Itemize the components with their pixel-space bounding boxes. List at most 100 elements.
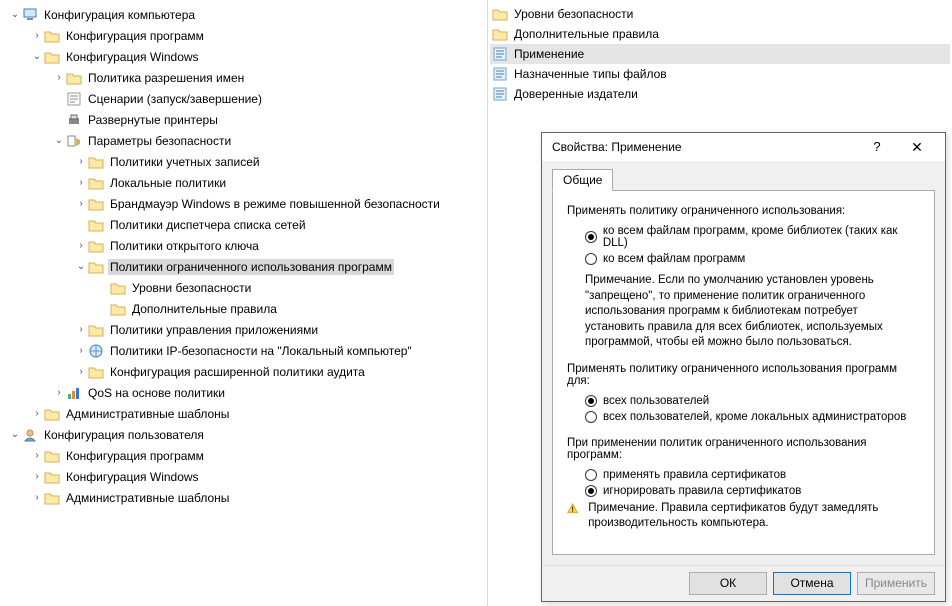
tree-item[interactable]: ⌄Политики ограниченного использования пр… — [2, 256, 485, 277]
tree-item[interactable]: › Политики учетных записей — [2, 151, 485, 172]
tree-item-label: Политики IP-безопасности на "Локальный к… — [108, 343, 414, 359]
tab-strip: Общие — [552, 167, 935, 190]
group2-title: Применять политику ограниченного использ… — [567, 363, 920, 387]
dialog-title: Свойства: Применение — [552, 140, 857, 154]
apply-button[interactable]: Применить — [857, 572, 935, 595]
radio-icon — [585, 231, 597, 243]
tree-item-label: Локальные политики — [108, 175, 228, 191]
chevron-right-icon[interactable]: › — [74, 156, 88, 167]
tree-item[interactable]: › Политики IP-безопасности на "Локальный … — [2, 340, 485, 361]
chevron-right-icon[interactable]: › — [30, 471, 44, 482]
chevron-right-icon[interactable]: › — [30, 450, 44, 461]
radio-icon — [585, 469, 597, 481]
folder-icon — [88, 238, 104, 254]
radio-label: ко всем файлам программ — [603, 253, 745, 265]
chevron-right-icon[interactable]: › — [74, 366, 88, 377]
tree-item-label: Конфигурация расширенной политики аудита — [108, 364, 367, 380]
chevron-right-icon[interactable]: › — [74, 177, 88, 188]
list-item[interactable]: Уровни безопасности — [490, 4, 950, 24]
tree-item[interactable]: ›Политика разрешения имен — [2, 67, 485, 88]
radio-apply-cert[interactable]: применять правила сертификатов — [567, 467, 920, 483]
list-item-label: Дополнительные правила — [512, 26, 661, 42]
tree-item-label: Сценарии (запуск/завершение) — [86, 91, 264, 107]
radio-ignore-cert[interactable]: игнорировать правила сертификатов — [567, 483, 920, 499]
tree-item[interactable]: ›Брандмауэр Windows в режиме повышенной … — [2, 193, 485, 214]
tab-general[interactable]: Общие — [552, 169, 613, 191]
tree-item-label: Политики управления приложениями — [108, 322, 320, 338]
chevron-down-icon[interactable]: ⌄ — [8, 9, 22, 20]
warning-text: Примечание. Правила сертификатов будут з… — [588, 501, 920, 532]
dialog-buttons: ОК Отмена Применить — [542, 565, 945, 601]
chevron-right-icon[interactable]: › — [74, 198, 88, 209]
list-item[interactable]: Доверенные издатели — [490, 84, 950, 104]
tree-item[interactable]: ⌄ Конфигурация компьютера — [2, 4, 485, 25]
folder-icon — [44, 28, 60, 44]
tree-item[interactable]: ›Политики открытого ключа — [2, 235, 485, 256]
chevron-right-icon[interactable]: › — [30, 492, 44, 503]
tree-item[interactable]: › QoS на основе политики — [2, 382, 485, 403]
radio-label: всех пользователей — [603, 395, 709, 407]
tree-item[interactable]: ›Административные шаблоны — [2, 487, 485, 508]
tree-item[interactable]: ⌄Конфигурация Windows — [2, 46, 485, 67]
tree-item[interactable]: Развернутые принтеры — [2, 109, 485, 130]
close-button[interactable]: ✕ — [897, 133, 937, 161]
radio-label: игнорировать правила сертификатов — [603, 485, 801, 497]
tree-item[interactable]: Дополнительные правила — [2, 298, 485, 319]
item-b-icon — [492, 66, 508, 82]
folder-icon — [88, 196, 104, 212]
tree-item[interactable]: ›Административные шаблоны — [2, 403, 485, 424]
tree-item[interactable]: ⌄Параметры безопасности — [2, 130, 485, 151]
chevron-right-icon[interactable]: › — [30, 30, 44, 41]
list-item[interactable]: Дополнительные правила — [490, 24, 950, 44]
ok-button[interactable]: ОК — [689, 572, 767, 595]
chevron-right-icon[interactable]: › — [52, 72, 66, 83]
tree-item[interactable]: Уровни безопасности — [2, 277, 485, 298]
tree-item-label: Политики диспетчера списка сетей — [108, 217, 308, 233]
cancel-button[interactable]: Отмена — [773, 572, 851, 595]
chevron-down-icon[interactable]: ⌄ — [74, 261, 88, 272]
folder-icon — [88, 154, 104, 170]
tree-item[interactable]: Сценарии (запуск/завершение) — [2, 88, 485, 109]
tree-item[interactable]: › Конфигурация программ — [2, 445, 485, 466]
tree-item-label: Конфигурация программ — [64, 448, 206, 464]
tree-item-label: QoS на основе политики — [86, 385, 227, 401]
radio-all-except-dll[interactable]: ко всем файлам программ, кроме библиотек… — [567, 223, 920, 251]
tree-item-label: Уровни безопасности — [130, 280, 253, 296]
tree-panel[interactable]: ⌄ Конфигурация компьютера › Конфигурация пр… — [0, 0, 488, 606]
tree-item[interactable]: ›Конфигурация программ — [2, 25, 485, 46]
group-certs: При применении политик ограниченного исп… — [567, 437, 920, 532]
chevron-right-icon[interactable]: › — [74, 240, 88, 251]
item-c-icon — [492, 86, 508, 102]
ipsec-icon — [88, 343, 104, 359]
chevron-down-icon[interactable]: ⌄ — [30, 51, 44, 62]
chevron-right-icon[interactable]: › — [74, 324, 88, 335]
radio-except-admins[interactable]: всех пользователей, кроме локальных адми… — [567, 409, 920, 425]
list-item[interactable]: Применение — [490, 44, 950, 64]
folder-icon — [110, 280, 126, 296]
folder-icon — [492, 6, 508, 22]
help-button[interactable]: ? — [857, 133, 897, 161]
tree-item[interactable]: › Политики управления приложениями — [2, 319, 485, 340]
tree-item-label: Конфигурация компьютера — [42, 7, 197, 23]
chevron-down-icon[interactable]: ⌄ — [8, 429, 22, 440]
tree-item-label: Развернутые принтеры — [86, 112, 220, 128]
cert-warning: Примечание. Правила сертификатов будут з… — [567, 499, 920, 532]
radio-all-files[interactable]: ко всем файлам программ — [567, 251, 920, 267]
chevron-right-icon[interactable]: › — [30, 408, 44, 419]
list-item[interactable]: Назначенные типы файлов — [490, 64, 950, 84]
group-users: Применять политику ограниченного использ… — [567, 363, 920, 425]
folder-icon — [44, 406, 60, 422]
tree-item[interactable]: ⌄Конфигурация пользователя — [2, 424, 485, 445]
chevron-right-icon[interactable]: › — [52, 387, 66, 398]
folder-icon — [44, 49, 60, 65]
group1-note: Примечание. Если по умолчанию установлен… — [567, 267, 920, 351]
chevron-right-icon[interactable]: › — [74, 345, 88, 356]
tree-item[interactable]: › Конфигурация Windows — [2, 466, 485, 487]
tree-item[interactable]: Политики диспетчера списка сетей — [2, 214, 485, 235]
tree-item-label: Конфигурация Windows — [64, 469, 201, 485]
tree-item-label: Политики учетных записей — [108, 154, 262, 170]
chevron-down-icon[interactable]: ⌄ — [52, 135, 66, 146]
tree-item[interactable]: › Конфигурация расширенной политики аудит… — [2, 361, 485, 382]
tree-item[interactable]: › Локальные политики — [2, 172, 485, 193]
radio-all-users[interactable]: всех пользователей — [567, 393, 920, 409]
